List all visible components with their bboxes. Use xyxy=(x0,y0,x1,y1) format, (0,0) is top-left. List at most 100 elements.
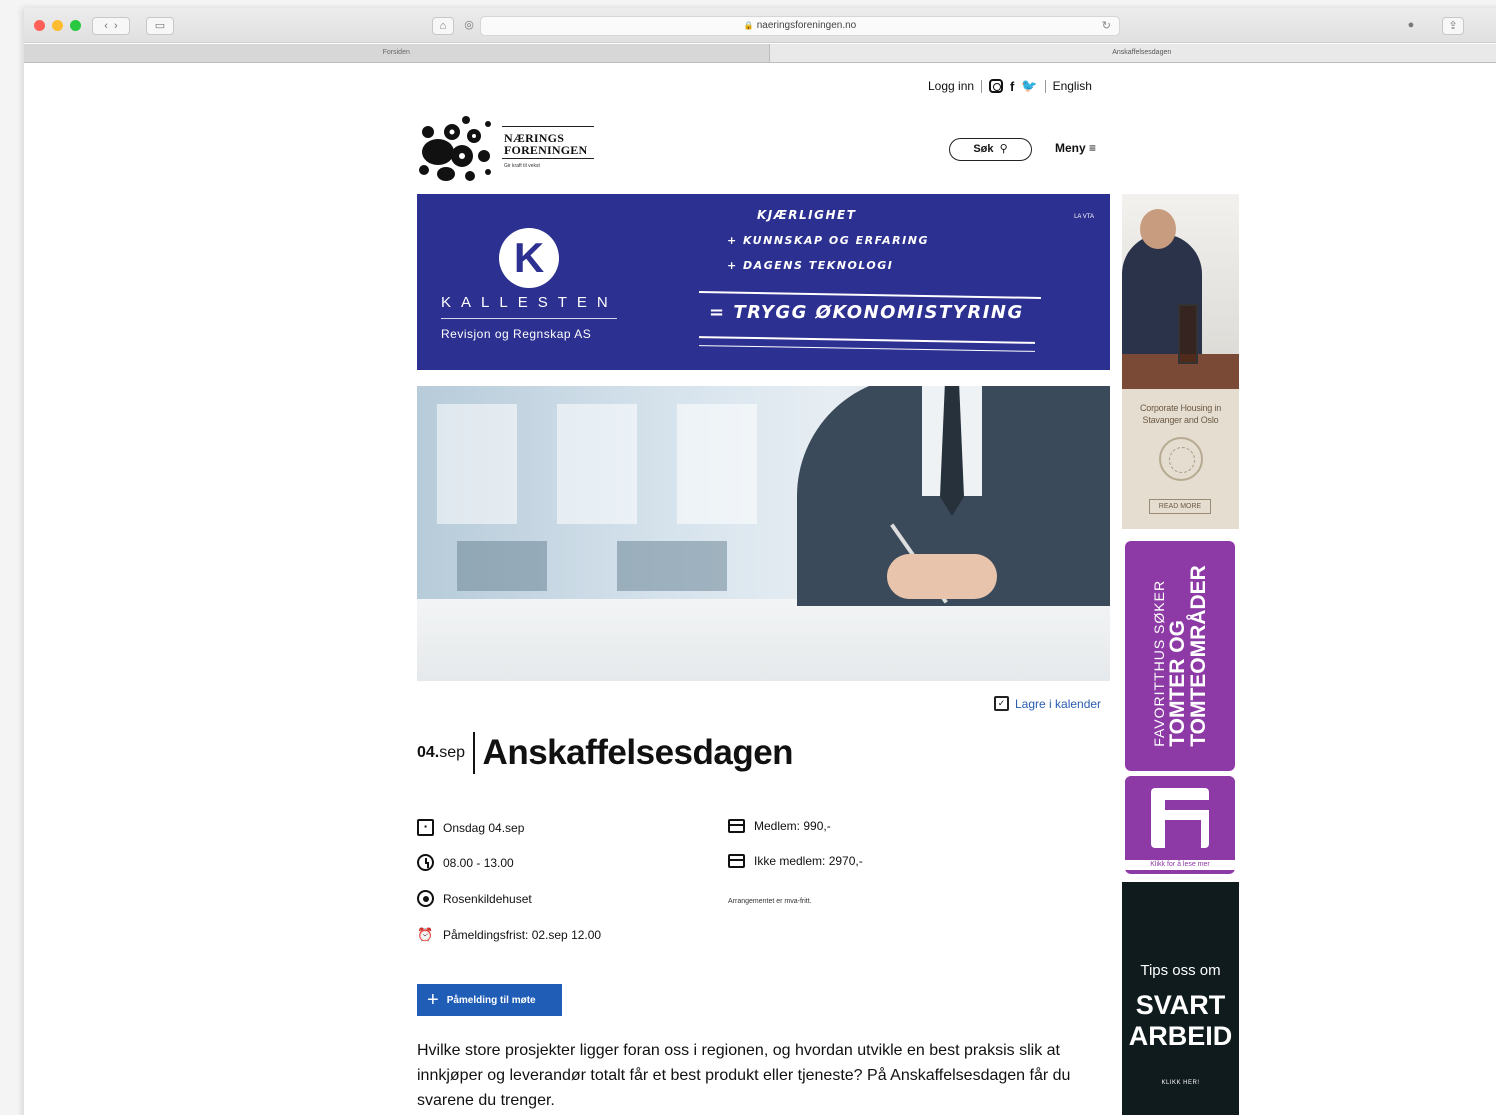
facebook-icon[interactable]: f xyxy=(1010,79,1014,94)
register-button[interactable]: + Påmelding til møte xyxy=(417,984,562,1016)
banner-line-2: + KUNNSKAP OG ERFARING xyxy=(727,234,929,247)
calendar-link-label: Lagre i kalender xyxy=(1015,696,1102,711)
vat-note: Arrangementet er mva-fritt. xyxy=(728,898,812,905)
calendar-check-icon: ✓ xyxy=(994,696,1009,711)
logo-dots-icon xyxy=(419,116,491,181)
register-label: Påmelding til møte xyxy=(446,994,536,1006)
hero-window xyxy=(437,404,517,524)
search-button[interactable]: Søk ⚲ xyxy=(949,138,1032,161)
tab-forsiden[interactable]: Forsiden xyxy=(24,44,770,62)
zoom-window-button[interactable] xyxy=(70,20,81,31)
event-location-text: Rosenkildehuset xyxy=(443,891,532,906)
ad4-cta[interactable]: KLIKK HER! xyxy=(1122,1080,1239,1086)
favoritthus-logo-ad[interactable]: Klikk for å lese mer xyxy=(1125,776,1235,874)
twitter-icon[interactable]: 🐦 xyxy=(1021,78,1037,94)
event-weekday-date: ▪ Onsdag 04.sep xyxy=(417,819,524,836)
save-to-calendar-link[interactable]: ✓ Lagre i kalender xyxy=(994,696,1101,711)
event-location: Rosenkildehuset xyxy=(417,890,532,907)
event-date-month: sep xyxy=(439,744,466,761)
title-bar: ‹ › ▭ ⌂ ◎ 🔒 naeringsforeningen.no ↻ ● ⇪ xyxy=(24,8,1496,43)
browser-window: ‹ › ▭ ⌂ ◎ 🔒 naeringsforeningen.no ↻ ● ⇪ F… xyxy=(24,8,1496,1115)
hero-desk xyxy=(457,541,547,591)
ad2-line2: TOMTER OG xyxy=(1166,620,1189,747)
clock-icon xyxy=(417,854,434,871)
banner-subtitle: Revisjon og Regnskap AS xyxy=(441,327,592,341)
logo-line-top xyxy=(502,126,594,127)
address-bar[interactable]: 🔒 naeringsforeningen.no ↻ xyxy=(480,16,1120,36)
nav-divider xyxy=(1044,79,1046,93)
hamburger-icon: ≡ xyxy=(1089,141,1097,155)
ad2-vertical-text: FAVORITTHUS SØKER TOMTER OG TOMTEOMRÅDER xyxy=(1151,565,1210,747)
nav-divider xyxy=(981,79,983,93)
site-logo[interactable]: NÆRINGS FORENINGEN Gir kraft til vekst xyxy=(416,112,606,188)
share-icon[interactable]: ⇪ xyxy=(1442,17,1464,35)
web-page: Logg inn f 🐦 English NÆRINGS FORENINGEN … xyxy=(24,64,1496,1115)
calendar-icon: ▪ xyxy=(417,819,434,836)
instagram-icon[interactable] xyxy=(989,79,1004,93)
hero-hand xyxy=(887,554,997,599)
banner-stroke xyxy=(699,336,1035,344)
login-link[interactable]: Logg inn xyxy=(928,79,974,93)
logo-wordmark: NÆRINGS FORENINGEN xyxy=(504,131,588,157)
kallesten-banner-ad[interactable]: K KALLESTEN Revisjon og Regnskap AS KJÆR… xyxy=(417,194,1110,370)
extension-icon[interactable]: ● xyxy=(1400,17,1422,35)
logo-tagline: Gir kraft til vekst xyxy=(504,163,540,169)
svart-arbeid-ad[interactable]: Tips oss om SVART ARBEID KLIKK HER! xyxy=(1122,882,1239,1115)
hero-table xyxy=(417,599,1110,681)
ad4-headline: SVART ARBEID xyxy=(1128,990,1233,1051)
event-date-text: Onsdag 04.sep xyxy=(443,820,525,835)
hero-window xyxy=(557,404,637,524)
banner-line-4: = TRYGG ØKONOMISTYRING xyxy=(709,302,1024,323)
home-icon[interactable]: ⌂ xyxy=(432,17,454,35)
read-more-button[interactable]: READ MORE xyxy=(1149,499,1211,514)
ad4-line1: Tips oss om xyxy=(1140,962,1221,979)
banner-brand: KALLESTEN xyxy=(441,294,618,311)
banner-tag: LA VTA xyxy=(1074,214,1094,220)
window-controls xyxy=(34,20,81,31)
hero-window xyxy=(677,404,757,524)
corporate-housing-ad[interactable]: Corporate Housing in Stavanger and Oslo … xyxy=(1122,194,1239,529)
reload-icon[interactable]: ↻ xyxy=(1102,17,1111,35)
tab-bar: Forsiden Anskaffelsesdagen xyxy=(24,44,1496,63)
favoritthus-logo-icon xyxy=(1151,788,1209,848)
language-link[interactable]: English xyxy=(1053,79,1092,93)
ad2-line1: FAVORITTHUS SØKER xyxy=(1151,579,1167,747)
minimize-window-button[interactable] xyxy=(52,20,63,31)
lock-icon: 🔒 xyxy=(743,21,754,30)
url-text: naeringsforeningen.no xyxy=(756,20,857,31)
privacy-icon[interactable]: ◎ xyxy=(460,17,478,35)
location-icon xyxy=(417,890,434,907)
logo-line-bottom xyxy=(502,158,594,159)
ad3-caption: Klikk for å lese mer xyxy=(1125,860,1235,870)
banner-line-1: KJÆRLIGHET xyxy=(757,208,857,222)
event-intro: Hvilke store prosjekter ligger foran oss… xyxy=(417,1042,1071,1109)
back-forward-buttons[interactable]: ‹ › xyxy=(92,17,130,35)
ad-photo-head xyxy=(1140,209,1176,249)
price-nonmember-text: Ikke medlem: 2970,- xyxy=(754,854,863,868)
card-icon xyxy=(728,819,745,833)
card-icon xyxy=(728,854,745,868)
search-label: Søk xyxy=(973,143,994,155)
favoritthus-ad[interactable]: FAVORITTHUS SØKER TOMTER OG TOMTEOMRÅDER xyxy=(1125,541,1235,771)
search-icon: ⚲ xyxy=(996,143,1008,155)
sidebar-toggle-icon[interactable]: ▭ xyxy=(146,17,174,35)
price-nonmember: Ikke medlem: 2970,- xyxy=(728,854,863,868)
banner-divider xyxy=(441,318,617,319)
seal-icon xyxy=(1159,437,1203,481)
banner-line-3: + DAGENS TEKNOLOGI xyxy=(727,259,894,272)
close-window-button[interactable] xyxy=(34,20,45,31)
event-hero-image xyxy=(417,386,1110,681)
banner-stroke xyxy=(699,345,1035,352)
hero-desk xyxy=(617,541,727,591)
title-divider xyxy=(473,732,475,774)
kallesten-logo-icon: K xyxy=(499,228,559,288)
coffee-press-icon xyxy=(1178,304,1198,364)
event-deadline-text: Påmeldingsfrist: 02.sep 12.00 xyxy=(443,927,602,942)
menu-button[interactable]: Meny ≡ xyxy=(1055,141,1096,155)
plus-icon: + xyxy=(427,989,439,1011)
alarm-icon: ⏰ xyxy=(417,927,434,942)
tab-anskaffelsesdagen[interactable]: Anskaffelsesdagen xyxy=(769,44,1496,62)
event-deadline: ⏰ Påmeldingsfrist: 02.sep 12.00 xyxy=(417,926,601,943)
event-time: 08.00 - 13.00 xyxy=(417,854,514,871)
event-date-day: 04. xyxy=(417,744,440,761)
